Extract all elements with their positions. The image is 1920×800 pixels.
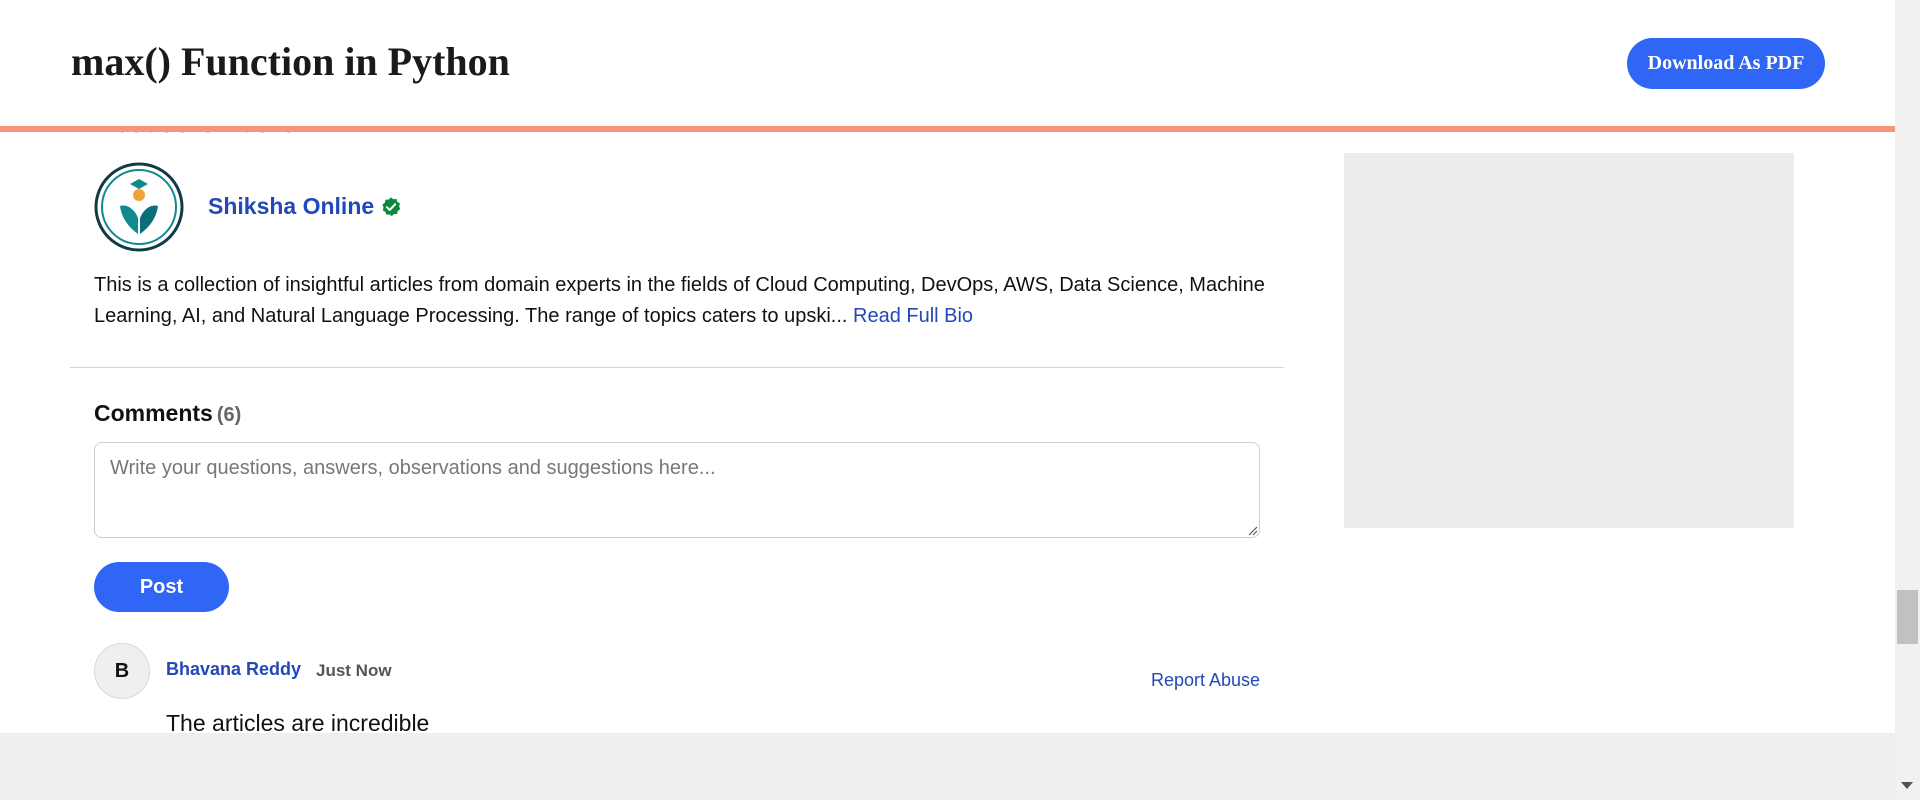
author-bio-text: This is a collection of insightful artic… [94,274,1265,327]
scrollbar-thumb[interactable] [1897,590,1918,644]
comments-heading-text: Comments [94,400,213,426]
bottom-banner-area [0,733,1895,800]
author-name-text: Shiksha Online [208,193,375,219]
page-scrollbar[interactable] [1895,0,1920,800]
page-title: max() Function in Python [71,39,510,84]
comment-timestamp: Just Now [316,661,392,680]
resize-grip-icon[interactable] [1246,524,1258,536]
comment-avatar: B [94,643,150,699]
download-pdf-button[interactable]: Download As PDF [1627,38,1825,89]
author-bio: This is a collection of insightful artic… [94,270,1274,332]
shiksha-logo-icon[interactable] [94,162,184,252]
scroll-down-arrow-icon[interactable] [1901,782,1913,789]
comments-heading: Comments (6) [94,400,241,427]
report-abuse-link[interactable]: Report Abuse [1151,670,1260,691]
comments-count: (6) [216,404,242,426]
page-header: max() Function in Python Download As PDF [0,0,1895,132]
author-name-link[interactable]: Shiksha Online [208,193,402,220]
read-full-bio-link[interactable]: Read Full Bio [853,305,973,327]
section-divider [70,367,1284,368]
comment-author-link[interactable]: Bhavana Reddy [166,659,301,680]
post-comment-button[interactable]: Post [94,562,229,612]
verified-check-icon [382,196,401,216]
comment-input[interactable] [94,442,1260,538]
sidebar-ad-placeholder [1344,153,1794,528]
